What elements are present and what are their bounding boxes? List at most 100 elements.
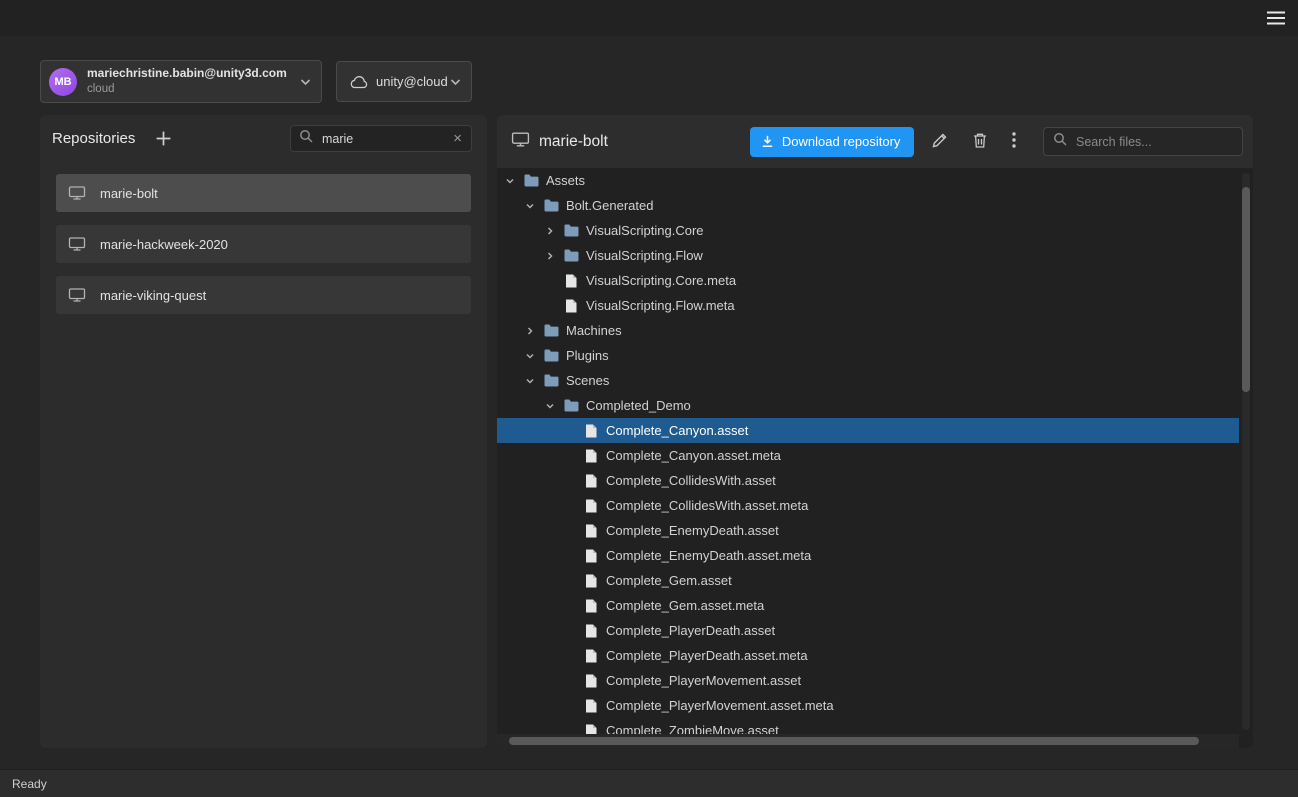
tree-item-label: Complete_Canyon.asset	[606, 423, 748, 438]
folder-icon	[563, 224, 579, 237]
download-repository-button[interactable]: Download repository	[750, 127, 915, 157]
download-icon	[760, 134, 775, 149]
tree-item-label: Complete_CollidesWith.asset.meta	[606, 498, 808, 513]
more-options-button[interactable]	[1007, 127, 1021, 156]
repository-item-marie-hackweek-2020[interactable]: marie-hackweek-2020	[56, 225, 471, 263]
tree-item-label: Complete_Gem.asset.meta	[606, 598, 764, 613]
file-icon	[583, 524, 599, 538]
file-search-input[interactable]	[1074, 134, 1233, 150]
repositories-header: Repositories ×	[40, 115, 487, 162]
tree-item-Complete_EnemyDeath.asset[interactable]: Complete_EnemyDeath.asset	[497, 518, 1239, 543]
tree-item-label: Assets	[546, 173, 585, 188]
horizontal-scrollbar[interactable]	[497, 734, 1239, 748]
tree-item-label: VisualScripting.Core.meta	[586, 273, 736, 288]
chevron-right-icon[interactable]	[545, 251, 563, 261]
edit-repository-button[interactable]	[926, 127, 953, 157]
tree-item-label: Complete_PlayerDeath.asset	[606, 623, 775, 638]
repositories-title: Repositories	[52, 130, 135, 147]
repository-icon	[68, 185, 86, 201]
tree-item-Scenes[interactable]: Scenes	[497, 368, 1239, 393]
tree-item-label: Complete_Canyon.asset.meta	[606, 448, 781, 463]
tree-item-Assets[interactable]: Assets	[497, 168, 1239, 193]
chevron-down-icon	[450, 78, 461, 86]
avatar: MB	[49, 68, 77, 96]
repository-item-marie-bolt[interactable]: marie-bolt	[56, 174, 471, 212]
tree-item-label: Bolt.Generated	[566, 198, 653, 213]
tree-item-Complete_Canyon.asset.meta[interactable]: Complete_Canyon.asset.meta	[497, 443, 1239, 468]
tree-item-label: Complete_EnemyDeath.asset.meta	[606, 548, 811, 563]
account-info: mariechristine.babin@unity3d.com cloud	[87, 67, 287, 96]
chevron-right-icon[interactable]	[545, 226, 563, 236]
tree-item-label: Complete_PlayerDeath.asset.meta	[606, 648, 808, 663]
file-search[interactable]	[1043, 127, 1243, 156]
file-icon	[583, 674, 599, 688]
tree-item-label: Complete_PlayerMovement.asset	[606, 673, 801, 688]
file-tree: Assets Bolt.Generated VisualScripting.Core…	[497, 168, 1239, 748]
tree-item-Complete_PlayerMovement.asset.meta[interactable]: Complete_PlayerMovement.asset.meta	[497, 693, 1239, 718]
account-subtitle: cloud	[87, 83, 287, 96]
tree-item-Complete_PlayerMovement.asset[interactable]: Complete_PlayerMovement.asset	[497, 668, 1239, 693]
delete-repository-button[interactable]	[967, 127, 993, 157]
account-selector[interactable]: MB mariechristine.babin@unity3d.com clou…	[40, 60, 322, 103]
folder-icon	[563, 249, 579, 262]
tree-item-label: VisualScripting.Flow.meta	[586, 298, 735, 313]
tree-item-Complete_Gem.asset[interactable]: Complete_Gem.asset	[497, 568, 1239, 593]
repository-name: marie-viking-quest	[100, 288, 206, 303]
chevron-down-icon[interactable]	[525, 376, 543, 386]
repositories-panel: Repositories × marie-bolt marie-hackweek-…	[40, 115, 487, 748]
tree-item-Complete_CollidesWith.asset[interactable]: Complete_CollidesWith.asset	[497, 468, 1239, 493]
vertical-scrollbar[interactable]	[1242, 173, 1250, 730]
chevron-down-icon[interactable]	[525, 351, 543, 361]
tree-item-Machines[interactable]: Machines	[497, 318, 1239, 343]
chevron-down-icon[interactable]	[525, 201, 543, 211]
folder-icon	[523, 174, 539, 187]
file-icon	[583, 449, 599, 463]
kebab-menu-icon	[1012, 132, 1016, 151]
pencil-icon	[931, 132, 948, 152]
repository-search-input[interactable]	[320, 131, 452, 147]
tree-item-Complete_Canyon.asset[interactable]: Complete_Canyon.asset	[497, 418, 1239, 443]
hamburger-menu-icon[interactable]	[1266, 11, 1286, 30]
tree-item-Complete_PlayerDeath.asset.meta[interactable]: Complete_PlayerDeath.asset.meta	[497, 643, 1239, 668]
repository-icon	[68, 287, 86, 303]
cloud-icon	[349, 75, 369, 89]
repository-name: marie-hackweek-2020	[100, 237, 228, 252]
tree-item-label: Complete_EnemyDeath.asset	[606, 523, 779, 538]
vertical-scrollbar-thumb[interactable]	[1242, 187, 1250, 392]
tree-item-Plugins[interactable]: Plugins	[497, 343, 1239, 368]
file-icon	[583, 474, 599, 488]
tree-item-Bolt.Generated[interactable]: Bolt.Generated	[497, 193, 1239, 218]
organization-selector[interactable]: unity@cloud	[336, 61, 472, 102]
chevron-right-icon[interactable]	[525, 326, 543, 336]
repository-item-marie-viking-quest[interactable]: marie-viking-quest	[56, 276, 471, 314]
file-icon	[583, 574, 599, 588]
clear-search-icon[interactable]: ×	[452, 131, 463, 146]
tree-item-Complete_Gem.asset.meta[interactable]: Complete_Gem.asset.meta	[497, 593, 1239, 618]
chevron-down-icon[interactable]	[545, 401, 563, 411]
tree-item-VisualScripting.Flow.meta[interactable]: VisualScripting.Flow.meta	[497, 293, 1239, 318]
file-icon	[583, 599, 599, 613]
tree-item-Complete_CollidesWith.asset.meta[interactable]: Complete_CollidesWith.asset.meta	[497, 493, 1239, 518]
file-icon	[563, 274, 579, 288]
tree-item-VisualScripting.Flow[interactable]: VisualScripting.Flow	[497, 243, 1239, 268]
tree-item-label: Complete_Gem.asset	[606, 573, 732, 588]
account-email: mariechristine.babin@unity3d.com	[87, 67, 287, 81]
tree-item-VisualScripting.Core[interactable]: VisualScripting.Core	[497, 218, 1239, 243]
tree-item-Completed_Demo[interactable]: Completed_Demo	[497, 393, 1239, 418]
tree-item-label: Completed_Demo	[586, 398, 691, 413]
tree-item-VisualScripting.Core.meta[interactable]: VisualScripting.Core.meta	[497, 268, 1239, 293]
tree-item-Complete_PlayerDeath.asset[interactable]: Complete_PlayerDeath.asset	[497, 618, 1239, 643]
add-repository-button[interactable]	[153, 128, 174, 149]
search-icon	[1053, 132, 1067, 151]
tree-item-label: Complete_PlayerMovement.asset.meta	[606, 698, 834, 713]
chevron-down-icon[interactable]	[505, 176, 523, 186]
folder-icon	[563, 399, 579, 412]
tree-item-label: Machines	[566, 323, 622, 338]
file-tree-area: Assets Bolt.Generated VisualScripting.Core…	[497, 168, 1253, 748]
search-icon	[299, 129, 313, 148]
tree-item-Complete_EnemyDeath.asset.meta[interactable]: Complete_EnemyDeath.asset.meta	[497, 543, 1239, 568]
repository-search[interactable]: ×	[290, 125, 472, 152]
repository-list: marie-bolt marie-hackweek-2020 marie-vikin…	[40, 162, 487, 314]
horizontal-scrollbar-thumb[interactable]	[509, 737, 1199, 745]
repository-view-header: marie-bolt Download repository	[497, 115, 1253, 168]
